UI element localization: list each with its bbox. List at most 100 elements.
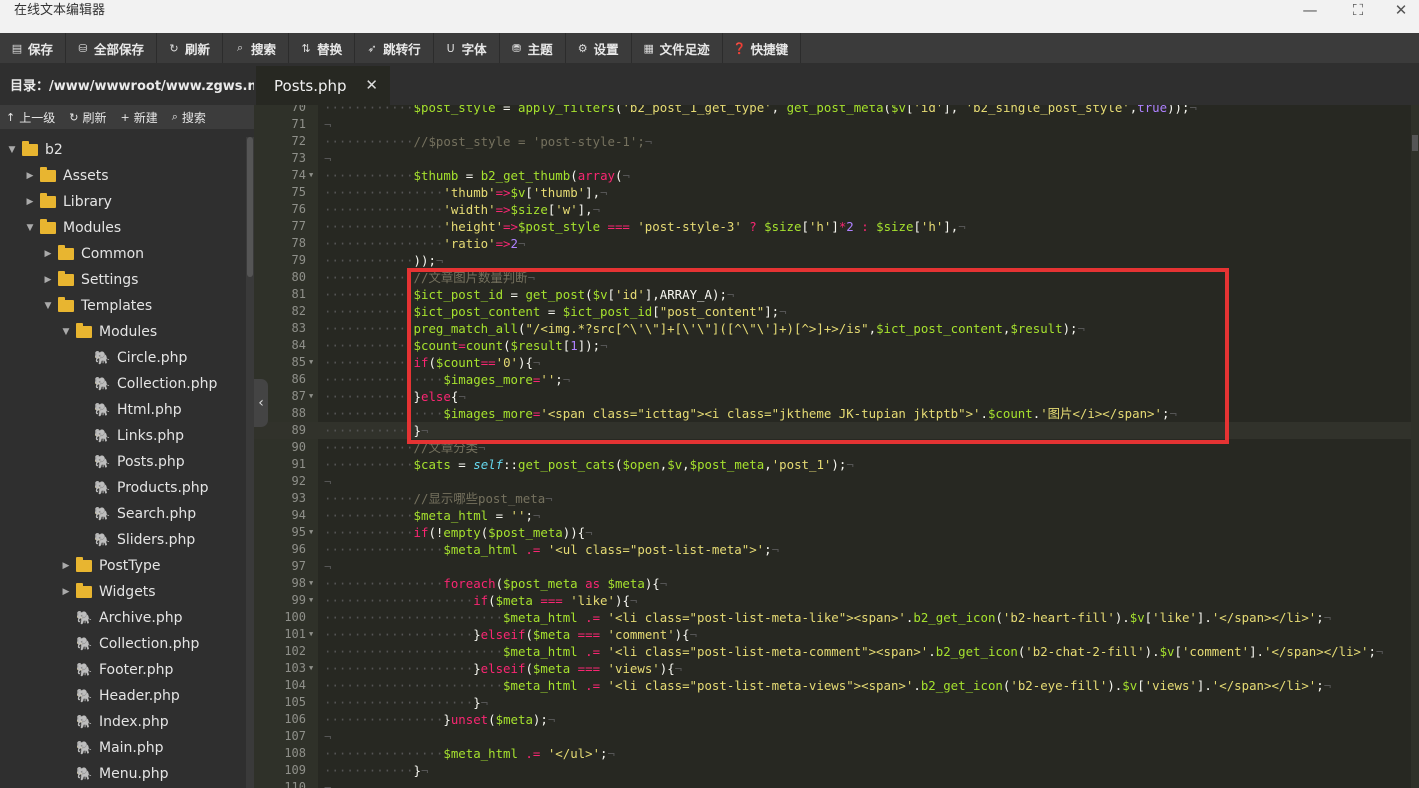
code-token: $meta [532, 627, 571, 642]
code-token: ], [585, 185, 601, 200]
eol-marker: ¬ [324, 729, 332, 744]
code-token: ; [1368, 644, 1376, 659]
toolbar-button-refresh[interactable]: ↻ 刷新 [157, 33, 224, 63]
caret-right-icon[interactable]: ▶ [24, 171, 36, 181]
caret-right-icon[interactable]: ▶ [60, 561, 72, 571]
tree-file[interactable]: 🐘 Collection.php [0, 371, 246, 397]
fold-toggle-icon[interactable]: ▼ [309, 626, 317, 643]
line-number: 94 [291, 508, 306, 522]
sidebar-action-search[interactable]: ⌕ 搜索 [166, 109, 214, 126]
toolbar-button-history[interactable]: ▦ 文件足迹 [632, 33, 723, 63]
sidebar-action-refresh[interactable]: ↻ 刷新 [63, 109, 114, 126]
code-token: empty [443, 525, 481, 540]
code-token: ); [532, 712, 548, 727]
tree-file[interactable]: 🐘 Posts.php [0, 449, 246, 475]
toolbar-button-save-all[interactable]: ⛁ 全部保存 [66, 33, 158, 63]
caret-down-icon[interactable]: ▼ [6, 145, 18, 155]
tree-folder[interactable]: ▶ Widgets [0, 579, 246, 605]
caret-down-icon[interactable]: ▼ [60, 327, 72, 337]
code-token: ( [585, 287, 593, 302]
tree-folder[interactable]: ▼ Modules [0, 319, 246, 345]
code-token: $result [1010, 321, 1063, 336]
tree-file[interactable]: 🐘 Archive.php [0, 605, 246, 631]
caret-down-icon[interactable]: ▼ [42, 301, 54, 311]
tree-folder[interactable]: ▼ b2 [0, 137, 246, 163]
tree-folder[interactable]: ▶ Library [0, 189, 246, 215]
tree-file[interactable]: 🐘 Sliders.php [0, 527, 246, 553]
tab-posts-php[interactable]: Posts.php ✕ [256, 66, 390, 105]
editor-scroll-thumb[interactable] [1412, 135, 1418, 151]
tree-file[interactable]: 🐘 Links.php [0, 423, 246, 449]
caret-right-icon[interactable]: ▶ [60, 587, 72, 597]
tree-folder[interactable]: ▶ Common [0, 241, 246, 267]
tree-file[interactable]: 🐘 Circle.php [0, 345, 246, 371]
caret-down-icon[interactable]: ▼ [24, 223, 36, 233]
fold-toggle-icon[interactable]: ▼ [309, 524, 317, 541]
tree-file[interactable]: 🐘 Footer.php [0, 657, 246, 683]
code-token: [ [913, 219, 921, 234]
tree-file[interactable]: 🐘 Collection.php [0, 631, 246, 657]
close-tab-icon[interactable]: ✕ [365, 76, 378, 94]
toolbar-button-settings[interactable]: ⚙ 设置 [566, 33, 632, 63]
fold-toggle-icon[interactable]: ▼ [309, 592, 317, 609]
tree-file[interactable]: 🐘 Menu.php [0, 761, 246, 787]
tree-folder[interactable]: ▶ Assets [0, 163, 246, 189]
fold-toggle-icon[interactable]: ▼ [309, 167, 317, 184]
caret-right-icon[interactable]: ▶ [42, 275, 54, 285]
toolbar-button-replace[interactable]: ⇅ 替换 [289, 33, 356, 63]
tree-item-label: Common [81, 246, 145, 262]
eol-marker: ¬ [674, 661, 683, 676]
sidebar-action-plus[interactable]: + 新建 [114, 109, 165, 126]
tree-file[interactable]: 🐘 Main.php [0, 735, 246, 761]
line-number: 75 [291, 185, 306, 199]
tree-folder[interactable]: ▼ Modules [0, 215, 246, 241]
toolbar-button-shortcut[interactable]: ❓ 快捷键 [723, 33, 802, 63]
toolbar-button-goto-line[interactable]: ➶ 跳转行 [355, 33, 434, 63]
tree-file[interactable]: 🐘 Search.php [0, 501, 246, 527]
file-sidebar: 目录：/www/wwwroot/www.zgws.n... ↑ 上一级 ↻ 刷新 + 新建… [0, 63, 254, 788]
collapse-sidebar-button[interactable]: ‹ [254, 379, 268, 427]
editor-scrollbar[interactable] [1411, 105, 1419, 788]
tree-file[interactable]: 🐘 Index.php [0, 709, 246, 735]
fold-toggle-icon[interactable]: ▼ [309, 575, 317, 592]
toolbar-button-theme[interactable]: ⛃ 主题 [500, 33, 566, 63]
php-file-icon: 🐘 [76, 714, 93, 730]
code-token: ){ [518, 355, 533, 370]
php-file-icon: 🐘 [94, 402, 111, 418]
sidebar-scrollbar[interactable] [246, 137, 254, 788]
sidebar-action-label: 搜索 [181, 110, 206, 125]
code-token: $meta_html [413, 508, 489, 523]
code-token: 'h' [920, 219, 944, 234]
tree-folder[interactable]: ▼ Templates [0, 293, 246, 319]
fold-toggle-icon[interactable]: ▼ [309, 354, 317, 371]
toolbar-button-search[interactable]: ⌕ 搜索 [223, 33, 290, 63]
tree-file[interactable]: 🐘 Header.php [0, 683, 246, 709]
code-token: $v [1122, 678, 1138, 693]
sidebar-action-up-arrow[interactable]: ↑ 上一级 [0, 109, 63, 126]
minimize-button[interactable]: — [1290, 0, 1330, 22]
maximize-button[interactable]: ⛶ [1338, 0, 1378, 22]
code-token: //显示哪些post_meta [413, 491, 546, 506]
toolbar-button-save[interactable]: ▤ 保存 [0, 33, 67, 63]
fold-toggle-icon[interactable]: ▼ [309, 388, 317, 405]
code-line: 80 ············//文章图片数量判断¬ [254, 269, 1419, 286]
php-file-icon: 🐘 [94, 532, 111, 548]
close-window-button[interactable]: ✕ [1381, 0, 1419, 22]
eol-marker: ¬ [458, 389, 466, 404]
tree-item-label: Header.php [99, 688, 180, 704]
sidebar-scroll-thumb[interactable] [247, 137, 253, 277]
caret-right-icon[interactable]: ▶ [42, 249, 54, 259]
tree-folder[interactable]: ▶ PostType [0, 553, 246, 579]
indent-guide: ························ [324, 644, 504, 659]
code-token: ; [600, 746, 608, 761]
tree-file[interactable]: 🐘 Html.php [0, 397, 246, 423]
code-editor[interactable]: 70 ············$post_style = apply_filter… [254, 105, 1419, 788]
toolbar-button-font[interactable]: U 字体 [434, 33, 500, 63]
code-token: ( [503, 338, 511, 353]
code-token: = [495, 105, 518, 115]
caret-right-icon[interactable]: ▶ [24, 197, 36, 207]
tree-folder[interactable]: ▶ Settings [0, 267, 246, 293]
tree-file[interactable]: 🐘 Products.php [0, 475, 246, 501]
fold-toggle-icon[interactable]: ▼ [309, 660, 317, 677]
code-content: ¬ [324, 150, 331, 167]
